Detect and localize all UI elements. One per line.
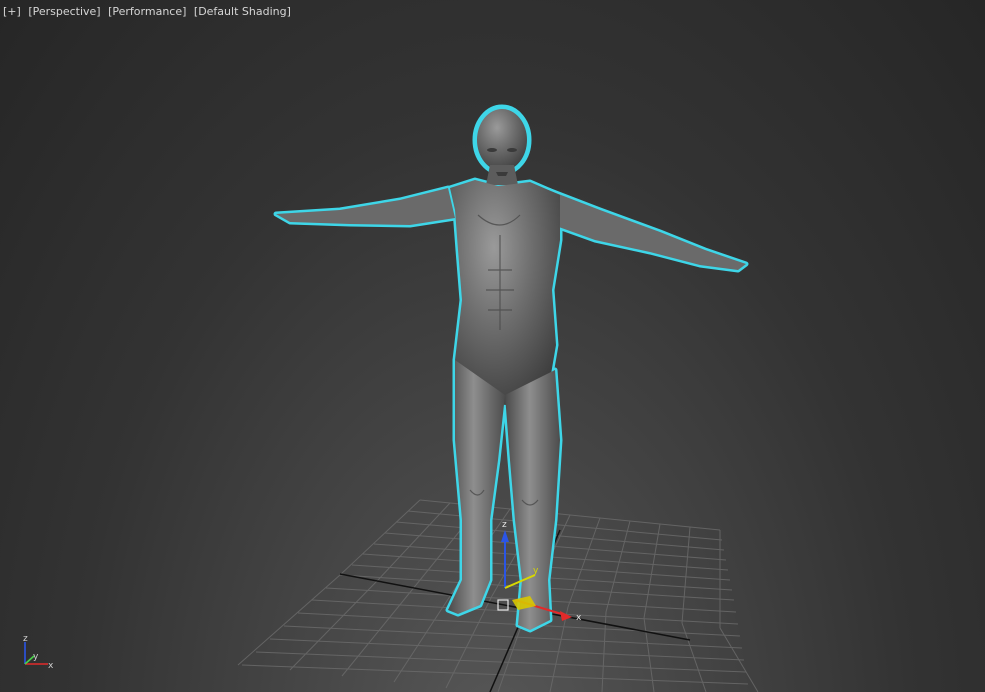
viewport-general-menu[interactable]: [+] bbox=[3, 5, 21, 18]
viewport-performance-menu[interactable]: [Performance] bbox=[108, 5, 186, 18]
world-axes-tripod: z y x bbox=[23, 634, 54, 671]
world-x-label: x bbox=[48, 661, 54, 671]
world-z-label: z bbox=[23, 634, 28, 644]
gizmo-x-label: x bbox=[576, 613, 582, 623]
character-body bbox=[276, 109, 746, 630]
viewport-label-menu: [+] [Perspective] [Performance] [Default… bbox=[3, 5, 291, 18]
world-y-label: y bbox=[33, 652, 39, 662]
home-grid bbox=[237, 499, 759, 692]
gizmo-x-arrow-icon bbox=[560, 611, 572, 621]
viewport-shading-menu[interactable]: [Default Shading] bbox=[194, 5, 291, 18]
gizmo-z-label: z bbox=[502, 520, 507, 530]
viewport-point-of-view-menu[interactable]: [Perspective] bbox=[28, 5, 100, 18]
perspective-viewport[interactable]: [+] [Perspective] [Performance] [Default… bbox=[0, 0, 985, 692]
gizmo-y-label: y bbox=[533, 566, 539, 576]
scene-canvas: y x z z y x bbox=[23, 104, 759, 692]
character-mesh[interactable] bbox=[273, 104, 749, 633]
